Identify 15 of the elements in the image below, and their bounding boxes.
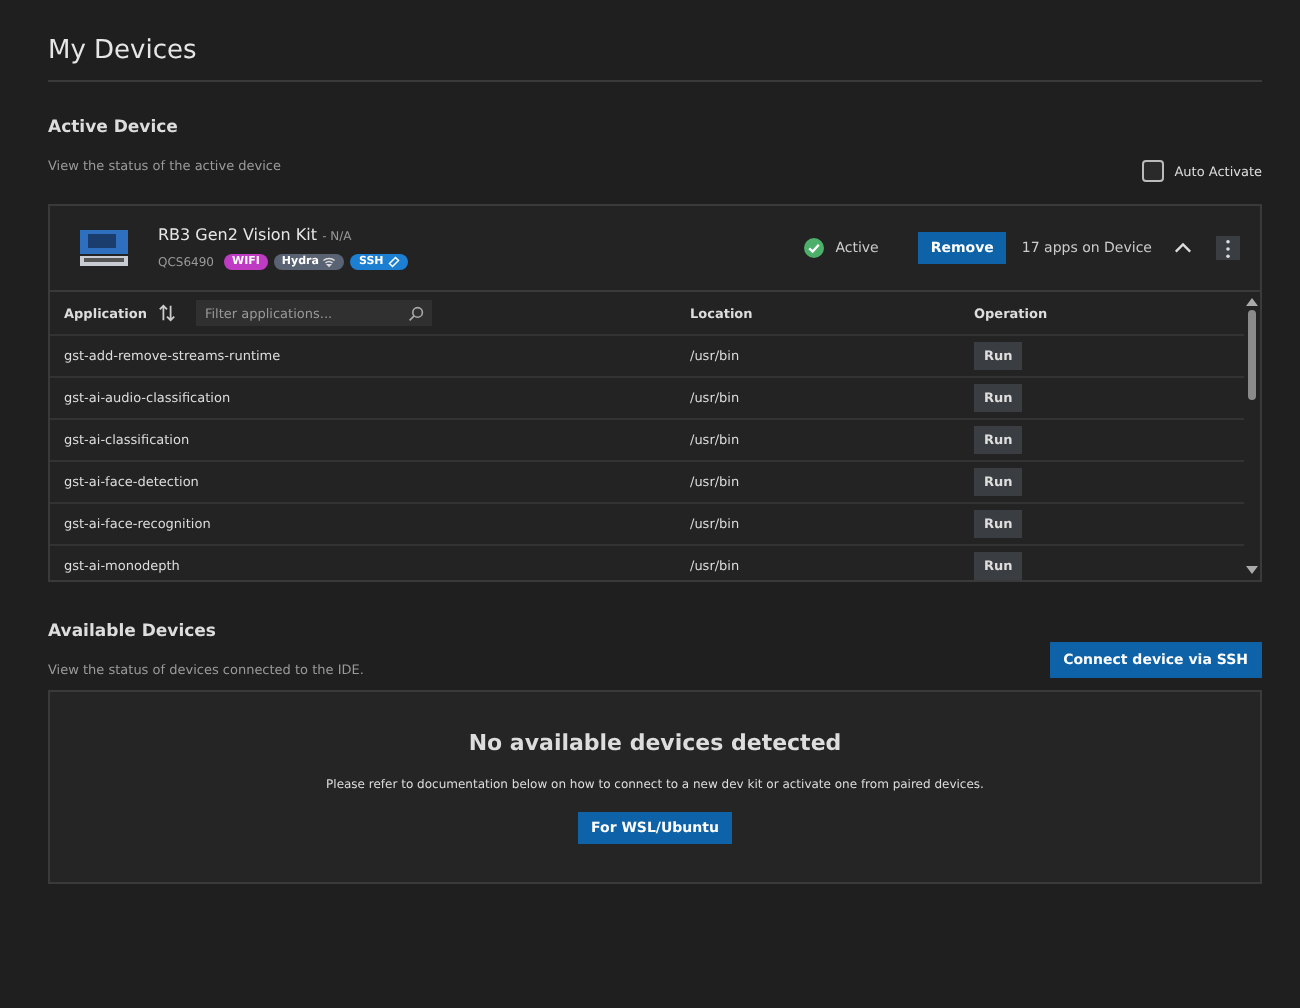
- search-icon: [408, 305, 425, 322]
- more-options-button[interactable]: [1216, 236, 1240, 260]
- scroll-up-icon[interactable]: [1246, 298, 1258, 306]
- section-title: Active Device: [48, 118, 180, 138]
- auto-activate-checkbox[interactable]: [1142, 160, 1165, 182]
- chevron-icon[interactable]: [1174, 242, 1192, 254]
- scroll-down-icon[interactable]: [1246, 566, 1258, 574]
- section-title: Available Devices: [48, 622, 218, 642]
- wifi-icon: [322, 256, 337, 268]
- sort-icon[interactable]: [158, 304, 177, 323]
- check-circle-icon: [803, 238, 824, 258]
- page-title: My Devices: [48, 34, 199, 70]
- empty-state-title: No available devices detected: [468, 730, 842, 756]
- device-name: RB3 Gen2 Vision Kit: [158, 226, 318, 244]
- board-icon: [78, 226, 130, 270]
